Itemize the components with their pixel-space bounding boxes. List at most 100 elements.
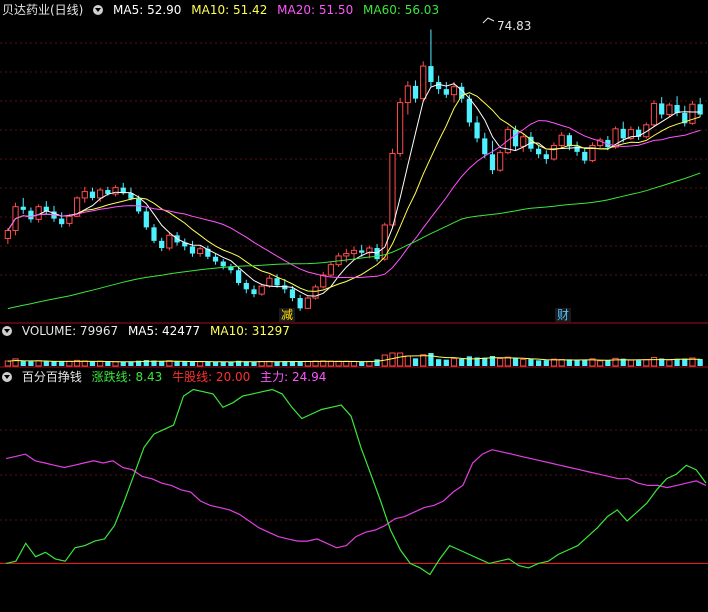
candle-body-57 xyxy=(443,89,449,95)
volume-bar-3 xyxy=(28,361,34,366)
main-panel-toggle-icon[interactable] xyxy=(93,5,104,15)
volume-panel-toggle-icon[interactable] xyxy=(2,326,12,336)
volume-bar-48 xyxy=(374,359,380,366)
volume-bar-50 xyxy=(389,352,396,367)
candle-body-0 xyxy=(4,230,11,239)
volume-bar-70 xyxy=(543,360,549,366)
candle-body-51 xyxy=(397,102,404,154)
candle-body-18 xyxy=(143,211,149,228)
candle-body-42 xyxy=(327,264,335,276)
volume-bar-60 xyxy=(466,356,472,366)
candle-body-8 xyxy=(66,215,73,224)
candle-body-71 xyxy=(550,145,558,160)
candle-body-39 xyxy=(304,297,311,309)
volume-bar-28 xyxy=(220,361,226,366)
volume-bar-72 xyxy=(558,359,565,367)
candle-body-27 xyxy=(212,256,219,262)
volume-bar-56 xyxy=(436,359,442,366)
niugu-label: 牛股线: 20.00 xyxy=(172,370,251,384)
indicator-panel-toggle-icon[interactable] xyxy=(2,372,12,382)
candle-body-21 xyxy=(166,234,173,249)
candle-body-56 xyxy=(436,81,442,90)
volume-bar-44 xyxy=(343,360,350,367)
volume-bar-90 xyxy=(697,359,703,366)
candle-body-4 xyxy=(35,206,42,220)
event-marker-1: 减 xyxy=(281,308,293,322)
volume-bar-57 xyxy=(443,359,449,366)
volume-bar-83 xyxy=(643,359,650,367)
candle-body-52 xyxy=(404,85,411,104)
candle-body-41 xyxy=(320,274,327,288)
candle-body-11 xyxy=(89,191,96,198)
volume-bar-46 xyxy=(359,361,365,366)
main-title: 贝达药业(日线) xyxy=(2,3,84,17)
volume-bar-1 xyxy=(12,358,19,367)
volume-bar-4 xyxy=(35,360,42,367)
candle-body-61 xyxy=(474,122,480,139)
volume-bar-68 xyxy=(528,358,534,366)
volume-bar-29 xyxy=(228,361,234,366)
volume-bar-62 xyxy=(482,357,488,366)
vol-ma10-label: MA10: 31297 xyxy=(210,324,290,338)
candle-body-85 xyxy=(659,103,665,115)
volume-bar-20 xyxy=(159,361,165,366)
volume-bar-54 xyxy=(420,354,427,367)
zhuli-line xyxy=(5,449,707,549)
volume-bar-86 xyxy=(666,359,673,367)
ma10-line xyxy=(7,92,701,292)
volume-bar-53 xyxy=(412,358,419,366)
main-legend: 贝达药业(日线) MA5: 52.90 MA10: 51.42 MA20: 51… xyxy=(2,2,445,18)
volume-bar-39 xyxy=(304,360,311,367)
candle-body-62 xyxy=(482,138,488,155)
volume-bar-11 xyxy=(89,361,96,366)
candle-body-55 xyxy=(428,66,434,82)
candle-body-30 xyxy=(236,270,242,283)
volume-bar-13 xyxy=(105,361,111,366)
candle-body-34 xyxy=(266,277,273,287)
volume-bar-51 xyxy=(397,352,404,367)
candle-body-20 xyxy=(159,240,165,249)
vol-ma5-label: MA5: 42477 xyxy=(127,324,201,338)
volume-bar-64 xyxy=(497,358,504,367)
volume-bar-45 xyxy=(350,360,358,367)
volume-bar-88 xyxy=(682,358,688,366)
candle-body-44 xyxy=(343,253,350,257)
volume-title: VOLUME: 79967 xyxy=(21,324,119,338)
stock-chart: 74.83 减 财 xyxy=(0,17,708,576)
candle-body-25 xyxy=(197,248,204,255)
volume-bar-55 xyxy=(428,353,434,366)
candle-body-17 xyxy=(136,198,142,212)
candle-body-2 xyxy=(20,206,26,210)
candle-body-33 xyxy=(258,285,265,295)
candle-body-12 xyxy=(97,189,104,199)
candle-body-80 xyxy=(620,128,626,139)
candle-body-48 xyxy=(374,248,380,260)
zhangdie-line xyxy=(5,388,707,576)
volume-bar-5 xyxy=(43,361,49,366)
ma20-label: MA20: 51.50 xyxy=(277,3,354,17)
volume-bar-27 xyxy=(212,361,219,366)
volume-bar-84 xyxy=(650,357,658,367)
candle-body-31 xyxy=(243,282,249,290)
grid-lines xyxy=(0,42,708,521)
candle-body-86 xyxy=(666,104,673,116)
candle-body-38 xyxy=(297,298,303,309)
candle-body-54 xyxy=(420,65,427,100)
ma5-label: MA5: 52.90 xyxy=(113,3,182,17)
zhuli-label: 主力: 24.94 xyxy=(260,370,327,384)
volume-bar-33 xyxy=(258,361,265,367)
volume-bar-8 xyxy=(66,360,73,367)
candle-body-35 xyxy=(274,278,280,286)
candle-body-32 xyxy=(251,289,257,295)
indicator-lines xyxy=(0,388,708,576)
volume-bar-2 xyxy=(20,361,26,366)
candle-body-73 xyxy=(566,135,572,147)
volume-bar-82 xyxy=(636,360,642,366)
volume-bar-14 xyxy=(112,361,119,367)
volume-bar-25 xyxy=(197,361,204,367)
volume-bar-78 xyxy=(605,360,611,366)
peak-label: 74.83 xyxy=(497,19,531,33)
candle-body-72 xyxy=(558,134,565,147)
ma60-label: MA60: 56.03 xyxy=(363,3,440,17)
candle-body-58 xyxy=(450,86,458,96)
